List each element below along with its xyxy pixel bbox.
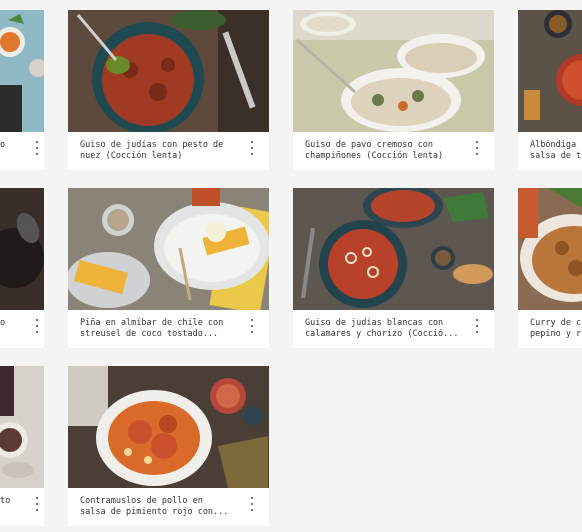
more-options-icon[interactable]: [34, 497, 40, 511]
recipe-image[interactable]: [293, 10, 494, 132]
more-options-icon[interactable]: [249, 319, 255, 333]
more-options-icon[interactable]: [474, 319, 480, 333]
recipe-image[interactable]: [0, 10, 44, 132]
more-options-icon[interactable]: [34, 141, 40, 155]
recipe-title: Curry de c pepino y r: [530, 318, 582, 339]
recipe-card[interactable]: to: [0, 366, 44, 526]
recipe-card[interactable]: Albóndiga salsa de t: [518, 10, 582, 170]
recipe-title: Guiso de judías blancas con calamares y …: [305, 318, 459, 339]
recipe-image[interactable]: [0, 188, 44, 310]
recipe-title: o: [0, 318, 6, 328]
more-options-icon[interactable]: [34, 319, 40, 333]
recipe-title: o: [0, 140, 6, 150]
recipe-title: Albóndiga salsa de t: [530, 140, 582, 161]
recipe-title: Piña en almíbar de chile con streusel de…: [80, 318, 224, 339]
recipe-image[interactable]: [68, 10, 269, 132]
recipe-card[interactable]: Guiso de pavo cremoso con champiñones (C…: [293, 10, 494, 170]
recipe-image[interactable]: [518, 10, 582, 132]
recipe-image[interactable]: [68, 366, 269, 488]
recipe-image[interactable]: [518, 188, 582, 310]
recipe-card[interactable]: Contramuslos de pollo en salsa de pimien…: [68, 366, 269, 526]
recipe-card[interactable]: Curry de c pepino y r: [518, 188, 582, 348]
recipe-title: Guiso de pavo cremoso con champiñones (C…: [305, 140, 444, 161]
recipe-card[interactable]: o: [0, 188, 44, 348]
recipe-image[interactable]: [68, 188, 269, 310]
more-options-icon[interactable]: [474, 141, 480, 155]
more-options-icon[interactable]: [249, 141, 255, 155]
recipe-card[interactable]: Guiso de judías blancas con calamares y …: [293, 188, 494, 348]
recipe-title: Guiso de judías con pesto de nuez (Cocci…: [80, 140, 224, 161]
recipe-card[interactable]: Piña en almíbar de chile con streusel de…: [68, 188, 269, 348]
recipe-title: to: [0, 496, 11, 506]
more-options-icon[interactable]: [249, 497, 255, 511]
recipe-image[interactable]: [293, 188, 494, 310]
recipe-title: Contramuslos de pollo en salsa de pimien…: [80, 496, 229, 517]
recipe-card[interactable]: o: [0, 10, 44, 170]
recipe-card[interactable]: Guiso de judías con pesto de nuez (Cocci…: [68, 10, 269, 170]
recipe-image[interactable]: [0, 366, 44, 488]
